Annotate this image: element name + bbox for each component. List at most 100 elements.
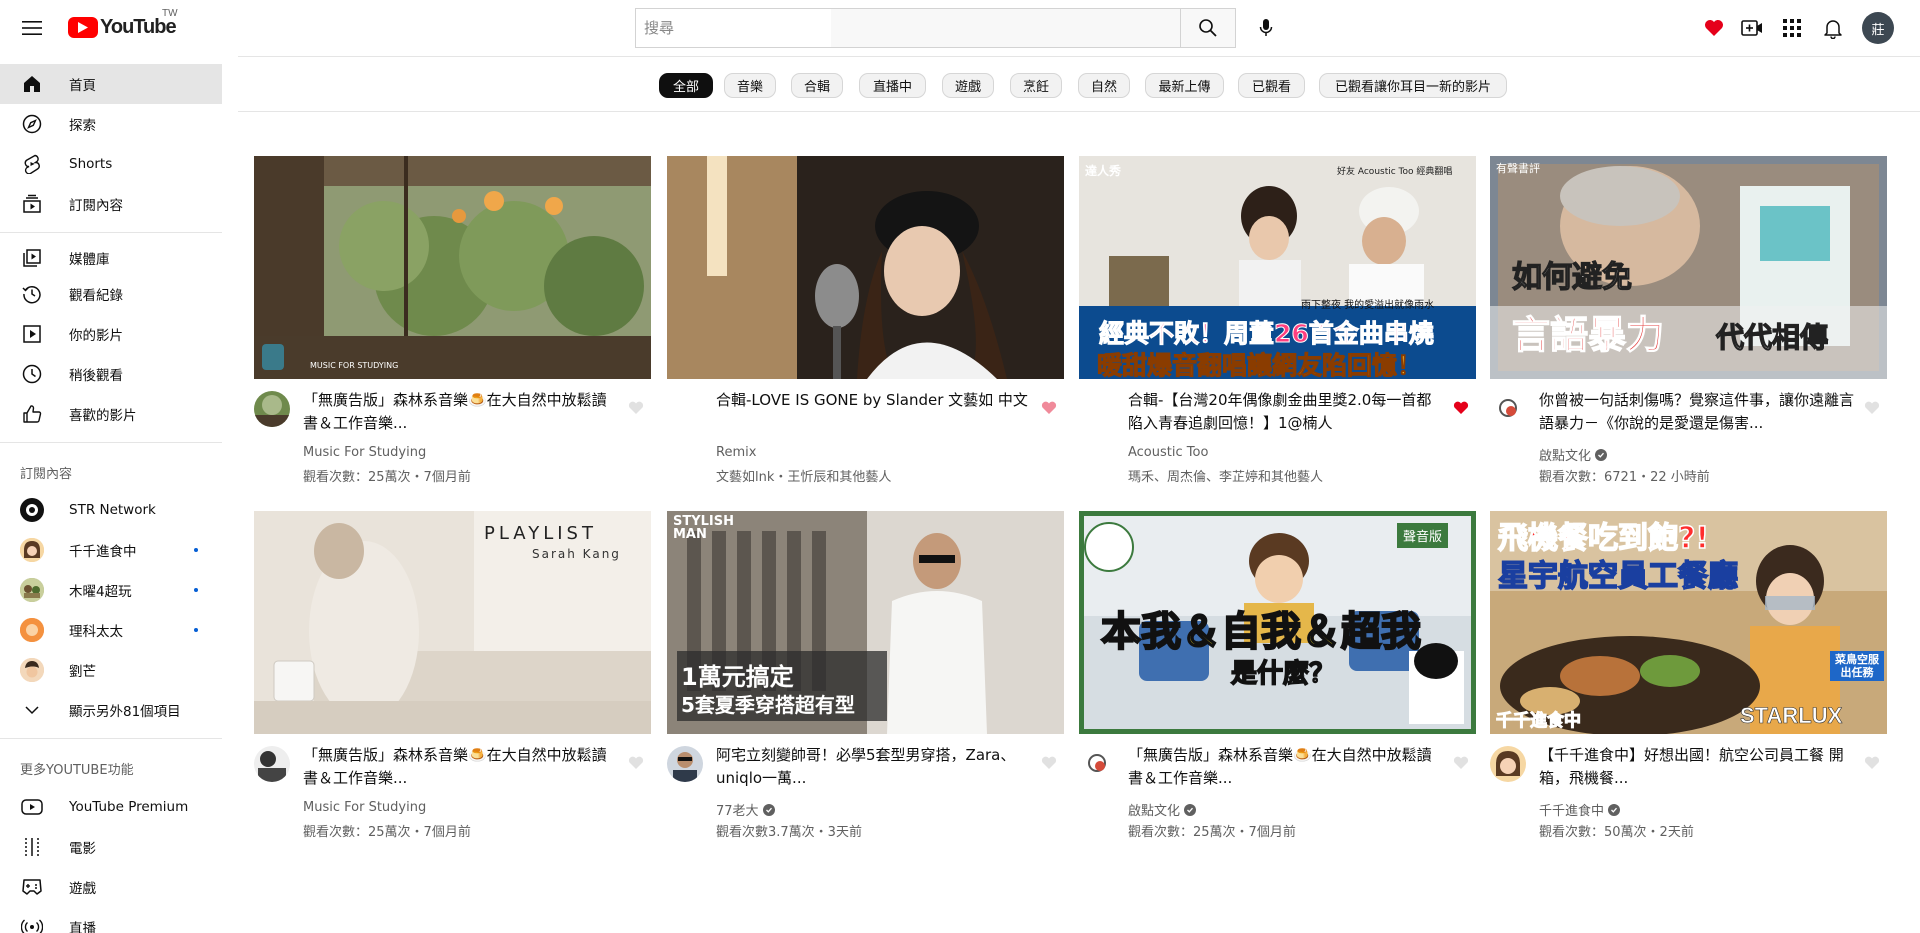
chip-live[interactable]: 直播中	[859, 73, 926, 98]
like-heart-button[interactable]	[1039, 753, 1059, 773]
subscription-str-network[interactable]: STR Network	[0, 490, 222, 530]
sidebar-item-your-videos[interactable]: 你的影片	[0, 314, 222, 354]
video-card[interactable]: 飛機餐吃到飽?! 星宇航空員工餐廳 菜鳥空服 出任務 千千進食中 STARLUX…	[1490, 511, 1887, 861]
chip-nature[interactable]: 自然	[1078, 73, 1130, 98]
video-thumbnail[interactable]	[667, 156, 1064, 379]
channel-name[interactable]: 77老大	[716, 800, 775, 819]
video-card[interactable]: STYLISH MAN 1萬元搞定 5套夏季穿搭超有型 阿宅立刻變帥哥！必學5套…	[667, 511, 1064, 861]
video-thumbnail[interactable]: STYLISH MAN 1萬元搞定 5套夏季穿搭超有型	[667, 511, 1064, 734]
channel-name[interactable]: Acoustic Too	[1128, 445, 1208, 460]
new-content-dot	[194, 588, 198, 592]
video-card[interactable]: 有聲書評 如何避免 言語暴力 代代相傳 你曾被一句話刺傷嗎？覺察這件事，讓你遠離…	[1490, 156, 1887, 506]
show-more-label: 顯示另外81個項目	[69, 704, 181, 720]
sidebar-item-gaming[interactable]: 遊戲	[0, 867, 222, 907]
channel-avatar	[20, 658, 44, 682]
chip-music[interactable]: 音樂	[724, 73, 776, 98]
subscriptions-heading: 訂閱內容	[20, 467, 73, 482]
channel-name[interactable]: Music For Studying	[303, 445, 426, 460]
subscription-liumang[interactable]: 劉芒	[0, 650, 222, 690]
video-card[interactable]: PLAYLIST Sarah Kang 「無廣告版」森林系音樂🍮在大自然中放鬆讀…	[254, 511, 651, 861]
like-heart-button[interactable]	[1039, 398, 1059, 418]
channel-avatar[interactable]	[1079, 746, 1115, 782]
video-title[interactable]: 「無廣告版」森林系音樂🍮在大自然中放鬆讀書＆工作音樂...	[303, 389, 619, 435]
chip-all[interactable]: 全部	[659, 73, 713, 98]
like-heart-button[interactable]	[1451, 753, 1471, 773]
video-title[interactable]: 阿宅立刻變帥哥！必學5套型男穿搭，Zara、uniqlo一萬...	[716, 744, 1032, 790]
chip-cooking[interactable]: 烹飪	[1010, 73, 1062, 98]
sidebar-item-explore[interactable]: 探索	[0, 104, 222, 144]
sidebar-item-label: 電影	[69, 841, 96, 857]
sidebar-item-watch-later[interactable]: 稍後觀看	[0, 354, 222, 394]
channel-name[interactable]: 啟點文化	[1128, 800, 1197, 819]
video-title[interactable]: 合輯-LOVE IS GONE by Slander 文藝如 中文	[716, 389, 1032, 435]
heart-icon	[628, 401, 644, 414]
video-thumbnail[interactable]: 飛機餐吃到飽?! 星宇航空員工餐廳 菜鳥空服 出任務 千千進食中 STARLUX	[1490, 511, 1887, 734]
youtube-logo[interactable]: YouTube	[68, 14, 177, 40]
video-card[interactable]: MUSIC FOR STUDYING 「無廣告版」森林系音樂🍮在大自然中放鬆讀書…	[254, 156, 651, 506]
channel-name[interactable]: Remix	[716, 445, 756, 460]
youtube-premium-icon	[20, 795, 44, 819]
chip-watched[interactable]: 已觀看	[1238, 73, 1305, 98]
sidebar-item-movies[interactable]: 電影	[0, 827, 222, 867]
like-heart-button[interactable]	[626, 398, 646, 418]
video-title[interactable]: 合輯-【台灣20年偶像劇金曲里獎2.0每一首都陷入青春追劇回憶！】1@楠人	[1128, 389, 1444, 435]
create-button[interactable]	[1736, 12, 1768, 44]
like-heart-button[interactable]	[1862, 398, 1882, 418]
bell-icon	[1824, 19, 1842, 39]
video-metadata: 瑪禾、周杰倫、李芷婷和其他藝人	[1128, 470, 1324, 485]
notifications-button[interactable]	[1817, 12, 1849, 44]
sidebar-item-history[interactable]: 觀看紀錄	[0, 274, 222, 314]
video-title[interactable]: 「無廣告版」森林系音樂🍮在大自然中放鬆讀書＆工作音樂...	[303, 744, 619, 790]
channel-avatar[interactable]	[667, 746, 703, 782]
show-more-subscriptions[interactable]: 顯示另外81個項目	[0, 690, 222, 730]
video-thumbnail[interactable]: 聲音版 本我＆自我＆超我 是什麼？	[1079, 511, 1476, 734]
channel-name[interactable]: 千千進食中	[1539, 800, 1621, 819]
channel-name[interactable]: 啟點文化	[1539, 445, 1608, 464]
channel-name-text: Music For Studying	[303, 445, 427, 460]
video-card[interactable]: 聲音版 本我＆自我＆超我 是什麼？ 「無廣告版」森林系音樂🍮在大自然中放鬆讀書＆…	[1079, 511, 1476, 861]
video-card[interactable]: 合輯-LOVE IS GONE by Slander 文藝如 中文 Remix …	[667, 156, 1064, 506]
account-avatar[interactable]: 莊	[1862, 12, 1894, 44]
like-heart-button[interactable]	[1451, 398, 1471, 418]
apps-button[interactable]	[1776, 12, 1808, 44]
subscription-like-tai-tai[interactable]: 理科太太	[0, 610, 222, 650]
video-thumbnail[interactable]: PLAYLIST Sarah Kang	[254, 511, 651, 734]
channel-name-text: 千千進食中	[1539, 804, 1605, 819]
new-content-dot	[194, 628, 198, 632]
channel-avatar[interactable]	[254, 746, 290, 782]
guide-menu-button[interactable]	[16, 12, 48, 44]
channel-avatar[interactable]	[1490, 746, 1526, 782]
search-button[interactable]	[1180, 8, 1236, 48]
sidebar-item-liked-videos[interactable]: 喜歡的影片	[0, 394, 222, 434]
chip-new-to-you[interactable]: 已觀看讓你耳目一新的影片	[1319, 73, 1507, 98]
thumbnail-headline: 經典不敗！周董26首金曲串燒	[1099, 319, 1435, 349]
sidebar-item-shorts[interactable]: Shorts	[0, 144, 222, 184]
video-title[interactable]: 你曾被一句話刺傷嗎？覺察這件事，讓你遠離言語暴力－《你說的是愛還是傷害...	[1539, 389, 1855, 435]
voice-search-button[interactable]	[1246, 8, 1286, 48]
like-heart-button[interactable]	[626, 753, 646, 773]
chip-gaming[interactable]: 遊戲	[942, 73, 994, 98]
sidebar-item-subscriptions[interactable]: 訂閱內容	[0, 184, 222, 224]
chip-mixes[interactable]: 合輯	[791, 73, 843, 98]
apps-grid-icon	[1783, 19, 1801, 37]
extension-heart-button[interactable]	[1698, 12, 1730, 44]
video-card[interactable]: 達人秀 好友 Acoustic Too 經典翻唱 雨下整夜 我的愛溢出就像雨水 …	[1079, 156, 1476, 506]
video-thumbnail[interactable]: 有聲書評 如何避免 言語暴力 代代相傳	[1490, 156, 1887, 379]
video-thumbnail[interactable]: MUSIC FOR STUDYING	[254, 156, 651, 379]
subscription-qianqian[interactable]: 千千進食中	[0, 530, 222, 570]
search-input[interactable]	[644, 9, 1174, 47]
like-heart-button[interactable]	[1862, 753, 1882, 773]
channel-avatar	[20, 618, 44, 642]
video-title[interactable]: 【千千進食中】好想出國！航空公司員工餐 開箱，飛機餐...	[1539, 744, 1855, 790]
channel-avatar[interactable]	[1490, 391, 1526, 427]
video-title[interactable]: 「無廣告版」森林系音樂🍮在大自然中放鬆讀書＆工作音樂...	[1128, 744, 1444, 790]
chip-recently-uploaded[interactable]: 最新上傳	[1145, 73, 1224, 98]
sidebar-item-library[interactable]: 媒體庫	[0, 238, 222, 278]
subscription-muyao[interactable]: 木曜4超玩	[0, 570, 222, 610]
video-thumbnail[interactable]: 達人秀 好友 Acoustic Too 經典翻唱 雨下整夜 我的愛溢出就像雨水 …	[1079, 156, 1476, 379]
channel-name[interactable]: Music For Studying	[303, 800, 426, 815]
sidebar-item-home[interactable]: 首頁	[0, 64, 222, 104]
sidebar-item-youtube-premium[interactable]: YouTube Premium	[0, 787, 222, 827]
channel-avatar[interactable]	[254, 391, 290, 427]
sidebar-item-live[interactable]: 直播	[0, 907, 222, 933]
